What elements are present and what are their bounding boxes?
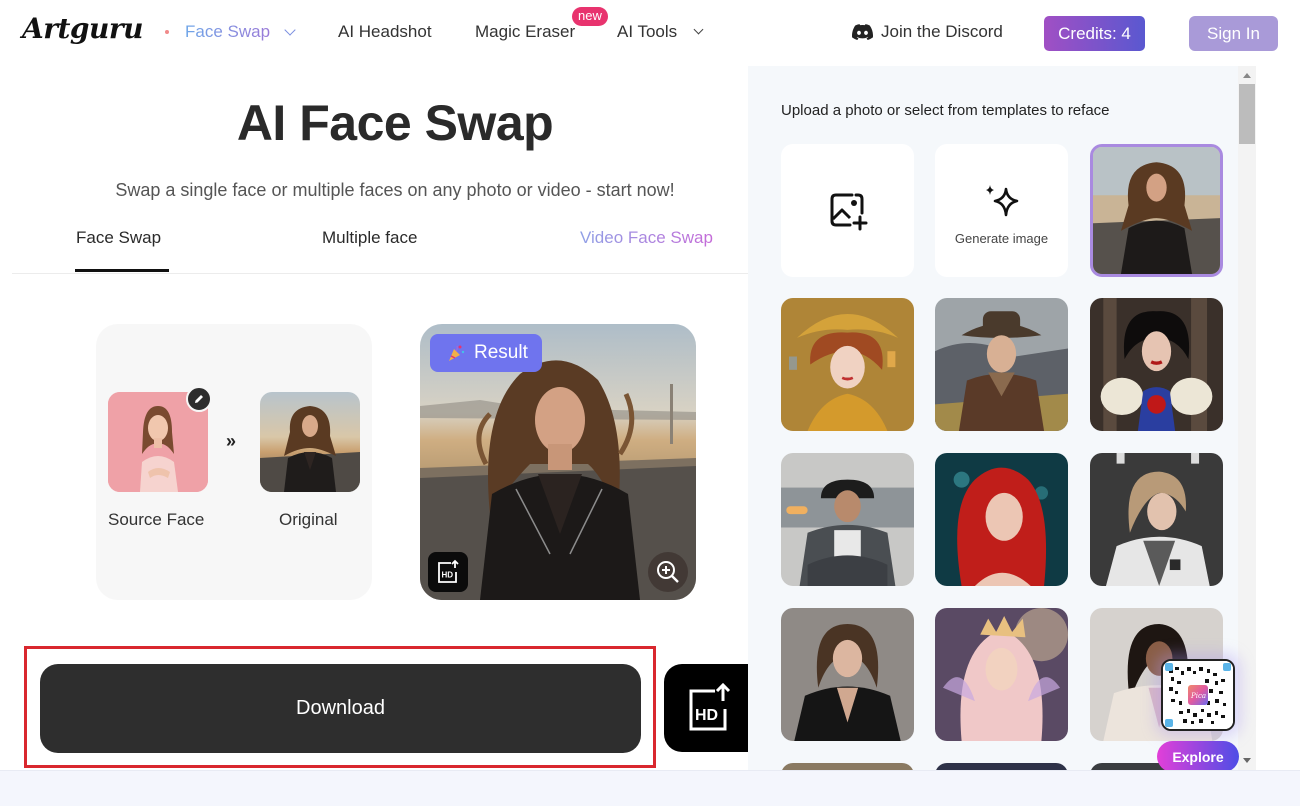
scroll-up-arrow-icon[interactable]	[1243, 73, 1251, 78]
nav-ai-headshot[interactable]: AI Headshot	[338, 22, 432, 42]
chevron-down-icon	[284, 23, 296, 36]
hd-upscale-icon: HD	[689, 682, 731, 731]
zoom-in-icon	[657, 561, 679, 583]
join-discord-link[interactable]: Join the Discord	[852, 22, 1003, 42]
swap-arrows-icon: »	[226, 431, 237, 451]
pencil-icon	[195, 395, 203, 403]
template-item-selected[interactable]	[1090, 144, 1223, 277]
scroll-down-arrow-icon[interactable]	[1243, 758, 1251, 763]
upload-photo-tile[interactable]	[781, 144, 914, 277]
chevron-down-icon	[693, 24, 704, 35]
original-illustration	[260, 392, 360, 492]
template-item[interactable]	[935, 298, 1068, 431]
template-instruction: Upload a photo or select from templates …	[781, 102, 1110, 119]
template-item[interactable]	[1090, 298, 1223, 431]
download-button[interactable]: Download	[40, 664, 641, 753]
template-item[interactable]	[781, 298, 914, 431]
original-image[interactable]	[260, 392, 360, 492]
template-image	[1093, 147, 1220, 274]
generate-image-label: Generate image	[954, 231, 1049, 246]
template-item[interactable]	[935, 453, 1068, 586]
party-popper-icon	[449, 345, 465, 361]
logo[interactable]: Artguru	[22, 12, 143, 45]
template-item[interactable]	[781, 453, 914, 586]
discord-label: Join the Discord	[881, 22, 1003, 41]
discord-icon	[852, 24, 873, 40]
source-face-label: Source Face	[108, 510, 205, 529]
qr-code[interactable]: Pica	[1161, 659, 1235, 731]
scrollbar-thumb[interactable]	[1239, 84, 1255, 144]
original-label: Original	[279, 510, 338, 529]
bottom-bar	[0, 770, 1300, 806]
svg-text:HD: HD	[442, 571, 454, 580]
sparkle-icon	[985, 185, 1018, 217]
tab-video-face-swap[interactable]: Video Face Swap	[580, 228, 713, 248]
template-image	[781, 608, 914, 741]
swap-inputs-card: » Source Face Original	[96, 324, 372, 600]
page-subtitle: Swap a single face or multiple faces on …	[115, 180, 675, 200]
generate-image-tile[interactable]: Generate image	[935, 144, 1068, 277]
template-image	[781, 298, 914, 431]
hd-upscale-button[interactable]: HD	[428, 552, 468, 592]
template-image	[1090, 453, 1223, 586]
result-image[interactable]: Result HD	[420, 324, 696, 600]
nav-magic-eraser[interactable]: Magic Eraser	[475, 22, 575, 42]
template-scrollbar[interactable]	[1238, 66, 1256, 770]
mode-tabs: Face Swap Multiple face Video Face Swap	[12, 224, 748, 274]
zoom-in-button[interactable]	[648, 552, 688, 592]
nav-face-swap[interactable]: Face Swap	[165, 22, 296, 42]
credits-button[interactable]: Credits: 4	[1044, 16, 1145, 51]
qr-code-image: Pica	[1163, 661, 1233, 729]
main-panel: AI Face Swap Swap a single face or multi…	[0, 66, 754, 770]
template-item[interactable]	[935, 608, 1068, 741]
image-add-icon	[830, 193, 867, 230]
svg-text:Pica: Pica	[1190, 692, 1206, 700]
result-badge-label: Result	[474, 342, 528, 363]
tab-face-swap[interactable]: Face Swap	[76, 228, 161, 248]
nav-face-swap-label: Face Swap	[185, 22, 271, 41]
active-dot-icon	[165, 30, 169, 34]
result-badge: Result	[430, 334, 542, 372]
nav-ai-tools[interactable]: AI Tools	[617, 22, 704, 42]
sign-in-button[interactable]: Sign In	[1189, 16, 1278, 51]
template-image	[935, 298, 1068, 431]
template-image	[935, 453, 1068, 586]
template-item[interactable]	[935, 763, 1068, 770]
page-title: AI Face Swap	[236, 95, 554, 151]
template-image	[781, 453, 914, 586]
nav-ai-tools-label: AI Tools	[617, 22, 678, 41]
template-item[interactable]	[781, 763, 914, 770]
app-root: Artguru Face Swap AI Headshot Magic Eras…	[0, 0, 1300, 806]
new-badge: new	[572, 7, 608, 26]
hd-upscale-icon: HD	[438, 559, 459, 583]
template-image	[1090, 298, 1223, 431]
tab-multiple-face[interactable]: Multiple face	[322, 228, 417, 248]
top-nav: Artguru Face Swap AI Headshot Magic Eras…	[0, 0, 1300, 66]
active-tab-indicator	[75, 269, 169, 272]
explore-button[interactable]: Explore	[1157, 741, 1239, 772]
template-item[interactable]	[781, 608, 914, 741]
template-image	[935, 608, 1068, 741]
template-item[interactable]	[1090, 453, 1223, 586]
hd-download-button[interactable]: HD	[664, 664, 754, 752]
svg-text:HD: HD	[695, 707, 718, 724]
edit-source-button[interactable]	[186, 386, 212, 412]
